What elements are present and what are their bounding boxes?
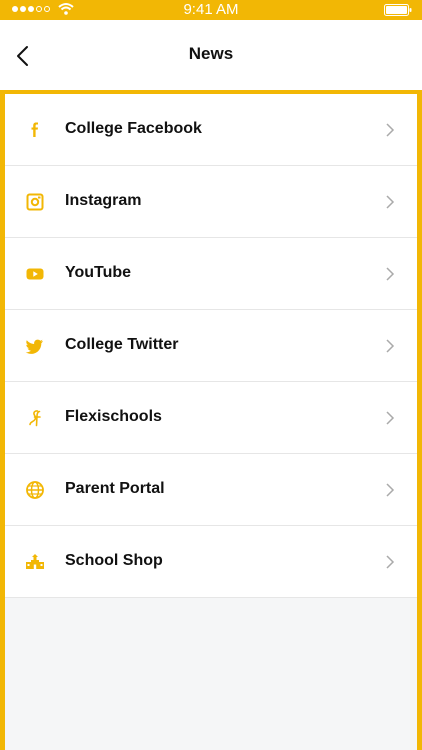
instagram-icon — [25, 192, 45, 212]
content-area: College Facebook Instagram YouTube Colle… — [5, 94, 417, 750]
list-item-label: Instagram — [65, 192, 142, 209]
battery-icon — [384, 4, 412, 16]
flexischools-icon — [25, 408, 45, 428]
chevron-right-icon — [386, 555, 395, 569]
chevron-right-icon — [386, 483, 395, 497]
status-time: 9:41 AM — [183, 1, 239, 18]
list-item-label: School Shop — [65, 552, 163, 569]
navigation-bar: News — [0, 20, 422, 90]
twitter-icon — [25, 336, 45, 356]
chevron-right-icon — [386, 195, 395, 209]
list-item-instagram[interactable]: Instagram — [5, 166, 417, 238]
news-list: College Facebook Instagram YouTube Colle… — [5, 94, 417, 598]
youtube-icon — [25, 264, 45, 284]
shop-icon — [25, 552, 45, 572]
globe-icon — [25, 480, 45, 500]
list-item-label: College Twitter — [65, 336, 179, 353]
list-item-label: YouTube — [65, 264, 132, 281]
list-item-school-shop[interactable]: School Shop — [5, 526, 417, 598]
list-item-label: Parent Portal — [65, 480, 165, 497]
chevron-right-icon — [386, 339, 395, 353]
list-item-youtube[interactable]: YouTube — [5, 238, 417, 310]
list-item-label: Flexischools — [65, 408, 162, 425]
chevron-right-icon — [386, 267, 395, 281]
list-item-label: College Facebook — [65, 120, 202, 137]
list-item-college-facebook[interactable]: College Facebook — [5, 94, 417, 166]
list-item-flexischools[interactable]: Flexischools — [5, 382, 417, 454]
list-item-parent-portal[interactable]: Parent Portal — [5, 454, 417, 526]
chevron-right-icon — [386, 123, 395, 137]
status-bar: 9:41 AM — [0, 0, 422, 20]
facebook-icon — [25, 120, 45, 140]
page-title: News — [188, 44, 234, 63]
list-item-college-twitter[interactable]: College Twitter — [5, 310, 417, 382]
chevron-right-icon — [386, 411, 395, 425]
